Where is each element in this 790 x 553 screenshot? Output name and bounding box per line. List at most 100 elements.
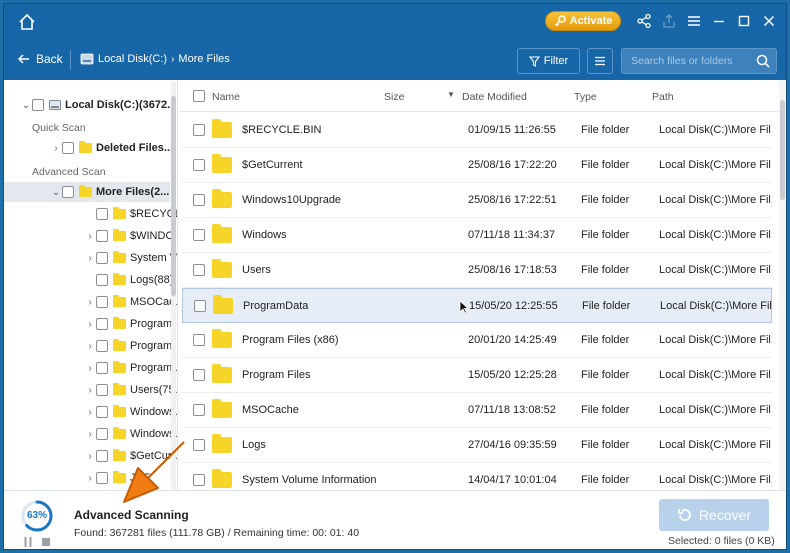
checkbox[interactable] (96, 384, 108, 396)
checkbox[interactable] (96, 274, 108, 286)
table-row[interactable]: $GetCurrent 25/08/16 17:22:20 File folder L… (182, 148, 772, 183)
home-icon[interactable] (18, 13, 36, 31)
row-checkbox[interactable] (193, 159, 205, 171)
checkbox[interactable] (96, 296, 108, 308)
column-name[interactable]: Name (212, 91, 240, 103)
share-icon[interactable] (636, 13, 652, 29)
column-date[interactable]: Date Modified (462, 91, 527, 103)
scrollbar-thumb[interactable] (171, 96, 176, 296)
maximize-icon[interactable] (736, 13, 752, 29)
row-checkbox[interactable] (193, 334, 205, 346)
checkbox[interactable] (96, 340, 108, 352)
row-checkbox[interactable] (193, 404, 205, 416)
tree-item[interactable]: ›Users(75... (84, 380, 177, 400)
checkbox[interactable] (96, 318, 108, 330)
row-checkbox[interactable] (193, 194, 205, 206)
row-checkbox[interactable] (193, 264, 205, 276)
cell-name: MSOCache (242, 404, 299, 416)
filter-button[interactable]: Filter (517, 48, 580, 74)
chevron-right-icon[interactable]: › (84, 231, 96, 242)
row-checkbox[interactable] (193, 124, 205, 136)
table-row[interactable]: System Volume Information 14/04/17 10:01:… (182, 463, 772, 490)
close-icon[interactable] (761, 13, 777, 29)
row-checkbox[interactable] (193, 439, 205, 451)
minimize-icon[interactable] (711, 13, 727, 29)
checkbox[interactable] (62, 142, 74, 154)
tree-item[interactable]: ›Windows... (84, 402, 177, 422)
key-icon (554, 15, 566, 27)
tree-item[interactable]: $RECYCL... (84, 204, 177, 224)
table-row[interactable]: Program Files (x86) 20/01/20 14:25:49 File… (182, 323, 772, 358)
menu-icon[interactable] (686, 13, 702, 29)
activate-button[interactable]: Activate (545, 11, 621, 31)
pause-icon[interactable] (24, 537, 32, 547)
checkbox[interactable] (96, 230, 108, 242)
table-row[interactable]: Windows10Upgrade 25/08/16 17:22:51 File fo… (182, 183, 772, 218)
tree-item[interactable]: › Program (84, 336, 177, 356)
chevron-right-icon[interactable]: › (84, 407, 96, 418)
chevron-right-icon[interactable]: › (84, 341, 96, 352)
chevron-right-icon[interactable]: › (84, 385, 96, 396)
column-path[interactable]: Path (652, 91, 674, 103)
select-all-checkbox[interactable] (193, 90, 205, 102)
tree-item[interactable]: › Program (84, 314, 177, 334)
recover-button[interactable]: Recover (659, 499, 769, 531)
list-scrollbar[interactable] (779, 80, 786, 490)
table-row[interactable]: ProgramData 15/05/20 12:25:55 File folder L… (182, 288, 773, 323)
table-row[interactable]: Logs 27/04/16 09:35:59 File folder Local Di… (182, 428, 772, 463)
tree-item[interactable]: › $WINDO... (84, 226, 177, 246)
chevron-right-icon[interactable]: › (84, 429, 96, 440)
tree-root-label: Local Disk(C:)(3672... (65, 99, 177, 111)
breadcrumb-folder[interactable]: More Files (178, 53, 229, 65)
table-row[interactable]: Program Files 15/05/20 12:25:28 File folde… (182, 358, 772, 393)
sort-down-icon[interactable]: ▼ (447, 90, 455, 99)
chevron-down-icon[interactable]: ⌄ (50, 187, 62, 198)
row-checkbox[interactable] (193, 369, 205, 381)
chevron-right-icon[interactable]: › (84, 297, 96, 308)
chevron-right-icon[interactable]: › (84, 451, 96, 462)
checkbox[interactable] (96, 450, 108, 462)
folder-icon (212, 224, 232, 243)
table-row[interactable]: Windows 07/11/18 11:34:37 File folder Local… (182, 218, 772, 253)
chevron-right-icon[interactable]: › (50, 143, 62, 154)
row-checkbox[interactable] (194, 300, 206, 312)
export-icon[interactable] (661, 13, 677, 29)
checkbox[interactable] (96, 362, 108, 374)
tree-item[interactable]: ›System V... (84, 248, 177, 268)
checkbox[interactable] (96, 252, 108, 264)
tree-item-deleted-files[interactable]: › Deleted Files... (50, 138, 177, 158)
chevron-right-icon[interactable]: › (84, 319, 96, 330)
chevron-right-icon[interactable]: › (84, 363, 96, 374)
tree-root[interactable]: ⌄ Local Disk(C:)(3672... (20, 95, 177, 115)
table-row[interactable]: Users 25/08/16 17:18:53 File folder Local D… (182, 253, 772, 288)
tree-item[interactable]: › Program... (84, 358, 177, 378)
scrollbar-thumb[interactable] (780, 100, 785, 200)
row-checkbox[interactable] (193, 474, 205, 486)
column-size[interactable]: Size (384, 91, 404, 103)
tree-scrollbar[interactable] (171, 82, 176, 490)
tree-item[interactable]: Logs(88) (84, 270, 177, 290)
search-input[interactable] (622, 49, 748, 73)
cell-type: File folder (581, 474, 630, 486)
search-icon[interactable] (756, 54, 770, 68)
tree-item-more-files[interactable]: ⌄ More Files(2... (4, 182, 170, 202)
chevron-right-icon[interactable]: › (84, 253, 96, 264)
chevron-right-icon[interactable]: › (84, 473, 96, 484)
back-button[interactable]: Back (18, 52, 63, 66)
row-checkbox[interactable] (193, 229, 205, 241)
table-row[interactable]: $RECYCLE.BIN 01/09/15 11:26:55 File folder… (182, 113, 772, 148)
checkbox[interactable] (62, 186, 74, 198)
checkbox[interactable] (96, 208, 108, 220)
view-menu-button[interactable] (587, 48, 613, 74)
breadcrumb-disk[interactable]: Local Disk(C:) (98, 53, 167, 65)
column-type[interactable]: Type (574, 91, 597, 103)
stop-icon[interactable] (42, 538, 50, 546)
chevron-down-icon[interactable]: ⌄ (20, 100, 32, 111)
file-list: Name Size ▼ Date Modified Type Path $REC… (179, 80, 786, 490)
tree-item[interactable]: ›MSOCac... (84, 292, 177, 312)
checkbox[interactable] (96, 406, 108, 418)
checkbox[interactable] (96, 428, 108, 440)
checkbox[interactable] (96, 472, 108, 484)
checkbox[interactable] (32, 99, 44, 111)
table-row[interactable]: MSOCache 07/11/18 13:08:52 File folder Loca… (182, 393, 772, 428)
